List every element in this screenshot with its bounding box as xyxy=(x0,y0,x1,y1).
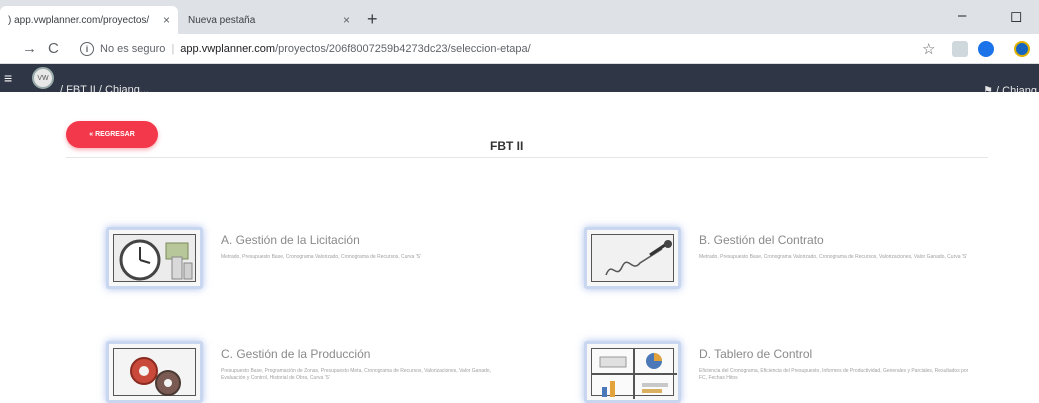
forward-icon[interactable]: → xyxy=(22,40,37,57)
user-menu[interactable]: ⚑ / Chiang xyxy=(983,84,1037,92)
extension-icon[interactable] xyxy=(952,41,968,57)
tab-close-icon[interactable]: × xyxy=(163,13,170,27)
card-title[interactable]: D. Tablero de Control xyxy=(699,347,812,361)
tab-close-icon[interactable]: × xyxy=(343,13,350,27)
signature-icon[interactable] xyxy=(584,227,681,289)
tab-new-tab[interactable]: Nueva pestaña × xyxy=(180,6,358,34)
card-title[interactable]: B. Gestión del Contrato xyxy=(699,233,824,247)
dashboard-icon[interactable] xyxy=(584,341,681,403)
back-button[interactable]: « REGRESAR xyxy=(66,121,158,148)
address-bar[interactable]: i No es seguro | app.vwplanner.com /proy… xyxy=(80,38,948,60)
card-description: Presupuesto Base, Programación de Zonas,… xyxy=(221,368,491,381)
security-label: No es seguro xyxy=(100,43,166,55)
card-description: Metrado, Presupuesto Base, Cronograma Va… xyxy=(699,254,968,260)
profile-avatar[interactable] xyxy=(1014,41,1030,57)
page-title: FBT II xyxy=(490,139,524,153)
card-title[interactable]: C. Gestión de la Producción xyxy=(221,347,370,361)
app-logo[interactable]: VW xyxy=(32,67,54,89)
tab-vwplanner[interactable]: ) app.vwplanner.com/proyectos/ × xyxy=(0,6,178,34)
browser-tabstrip: ) app.vwplanner.com/proyectos/ × Nueva p… xyxy=(0,0,1039,34)
maximize-button[interactable]: ◻ xyxy=(1010,7,1022,25)
skype-icon[interactable] xyxy=(978,41,994,57)
tab-title: ) app.vwplanner.com/proyectos/ xyxy=(8,14,150,26)
card-description: Eficiencia del Cronograma, Eficiencia de… xyxy=(699,368,969,381)
url-host: app.vwplanner.com xyxy=(180,43,276,55)
app-header: ≡ VW / FBT II / Chiang... ⚑ / Chiang xyxy=(0,64,1039,92)
info-icon[interactable]: i xyxy=(80,42,94,56)
bookmark-star-icon[interactable]: ☆ xyxy=(922,40,935,58)
reload-icon[interactable]: C xyxy=(48,40,59,57)
minimize-button[interactable]: – xyxy=(958,7,966,24)
card-description: Metrado, Presupuesto Base, Cronograma Va… xyxy=(221,254,421,260)
card-title[interactable]: A. Gestión de la Licitación xyxy=(221,233,360,247)
divider xyxy=(66,157,988,158)
breadcrumb: / FBT II / Chiang... xyxy=(60,84,150,92)
new-tab-button[interactable]: + xyxy=(367,9,378,30)
tab-title: Nueva pestaña xyxy=(188,14,256,26)
menu-icon[interactable]: ≡ xyxy=(4,70,12,86)
gears-icon[interactable] xyxy=(106,341,203,403)
clock-money-icon[interactable] xyxy=(106,227,203,289)
url-path: /proyectos/206f8007259b4273dc23/seleccio… xyxy=(275,43,531,55)
browser-toolbar: → C i No es seguro | app.vwplanner.com /… xyxy=(0,34,1039,64)
